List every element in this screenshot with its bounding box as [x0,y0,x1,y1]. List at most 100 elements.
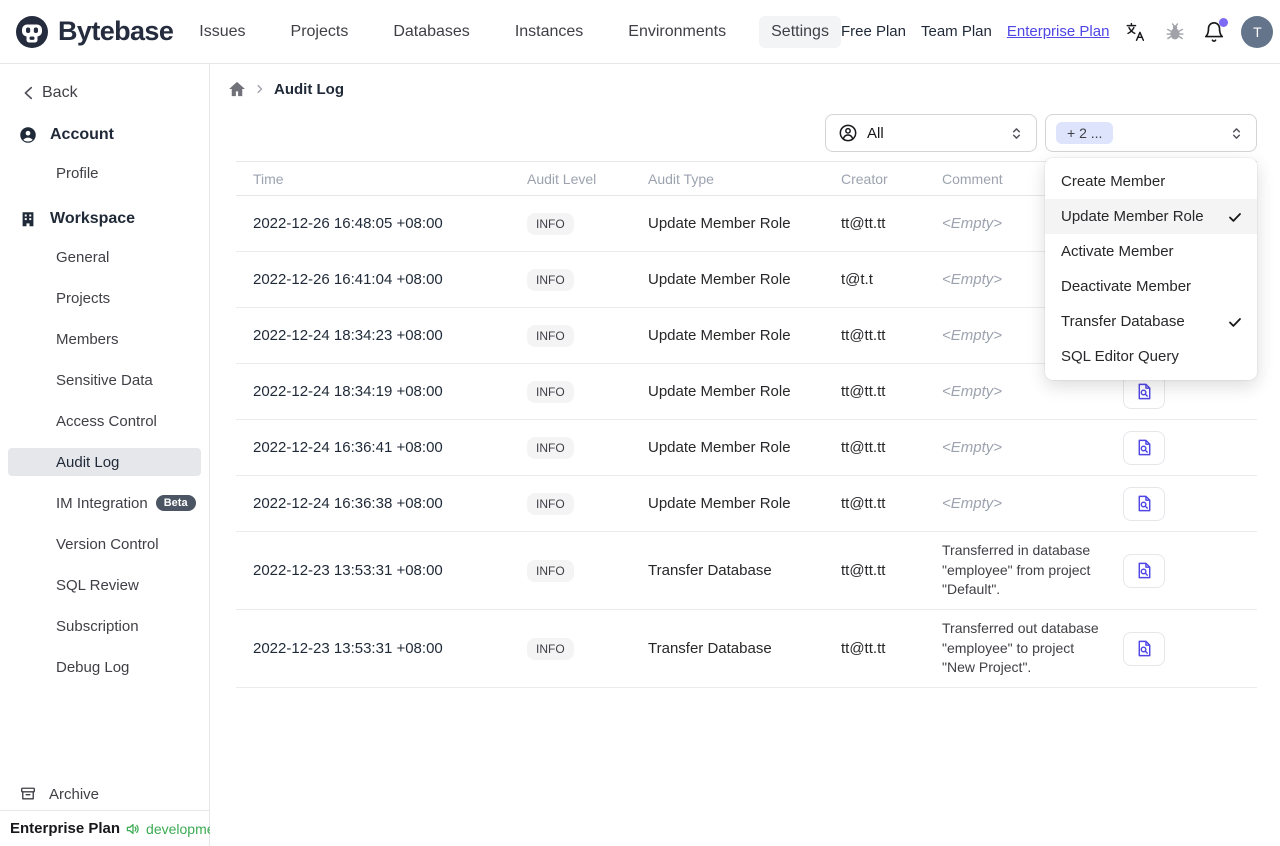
column-audit-level: Audit Level [527,170,597,187]
sidebar-section-account: Account [0,123,209,147]
nav-projects[interactable]: Projects [279,16,361,48]
current-plan-label: Enterprise Plan [10,820,121,837]
view-detail-button[interactable] [1123,631,1165,666]
filter-toolbar: All + 2 ... [825,114,1257,152]
sidebar-item-projects[interactable]: Projects [8,284,201,312]
audit-type-menu: Create Member Update Member Role Activat… [1045,158,1257,380]
settings-sidebar: Back Account Profile Workspace General P… [0,64,226,846]
archive-label: Archive [49,785,100,803]
file-search-icon [1135,561,1154,580]
nav-settings[interactable]: Settings [759,15,841,48]
audit-time: 2022-12-24 18:34:23 +08:00 [253,327,443,344]
audit-creator: tt@tt.tt [841,640,886,657]
bell-icon[interactable] [1202,17,1229,44]
audit-creator: tt@tt.tt [841,562,886,579]
sidebar-item-profile[interactable]: Profile [8,159,201,187]
sidebar-section-workspace: Workspace [0,207,209,231]
file-search-icon [1135,382,1154,401]
audit-type-option[interactable]: Create Member [1045,164,1257,199]
check-icon [1227,209,1243,225]
view-detail-button[interactable] [1123,553,1165,588]
audit-time: 2022-12-24 16:36:38 +08:00 [253,495,443,512]
person-circle-icon [838,123,858,143]
nav-databases[interactable]: Databases [381,16,482,48]
audit-type-option[interactable]: SQL Editor Query [1045,339,1257,374]
audit-type-option-label: Transfer Database [1061,313,1185,330]
speaker-icon [125,821,141,837]
audit-type-option-label: Deactivate Member [1061,278,1192,295]
audit-type-option[interactable]: Activate Member [1045,234,1257,269]
chevron-left-icon [20,84,38,102]
sidebar-item-im-integration[interactable]: IM Integration Beta [8,489,201,517]
sidebar-item-subscription[interactable]: Subscription [8,612,201,640]
audit-time: 2022-12-26 16:41:04 +08:00 [253,271,443,288]
home-icon[interactable] [228,80,246,98]
audit-time: 2022-12-23 13:53:31 +08:00 [253,640,443,657]
nav-instances[interactable]: Instances [503,16,595,48]
bug-icon[interactable] [1163,20,1187,44]
back-button[interactable]: Back [20,81,209,105]
view-detail-button[interactable] [1123,430,1165,465]
back-label: Back [42,84,78,101]
audit-type-filter-select[interactable]: + 2 ... [1045,114,1257,152]
nav-issues[interactable]: Issues [187,16,257,48]
archive-button[interactable]: Archive [0,782,99,806]
audit-type: Update Member Role [648,439,791,456]
check-icon [1227,314,1243,330]
sidebar-item-debug-log[interactable]: Debug Log [8,653,201,681]
sidebar-item-version-control[interactable]: Version Control [8,530,201,558]
free-plan-link[interactable]: Free Plan [841,23,906,40]
audit-type-option[interactable]: Deactivate Member [1045,269,1257,304]
audit-level-badge: INFO [527,212,574,235]
audit-time: 2022-12-24 18:34:19 +08:00 [253,383,443,400]
audit-type-option-label: SQL Editor Query [1061,348,1179,365]
audit-level-badge: INFO [527,559,574,582]
audit-level-badge: INFO [527,637,574,660]
translate-icon[interactable] [1124,20,1148,44]
chevron-up-down-icon [1009,126,1024,141]
sidebar-item-members[interactable]: Members [8,325,201,353]
audit-type: Update Member Role [648,383,791,400]
sidebar-item-sql-review[interactable]: SQL Review [8,571,201,599]
audit-level-badge: INFO [527,492,574,515]
table-row: 2022-12-24 16:36:41 +08:00 INFO Update M… [236,420,1257,476]
audit-type: Transfer Database [648,562,772,579]
audit-creator: tt@tt.tt [841,495,886,512]
breadcrumb-current: Audit Log [274,80,344,98]
sidebar-item-sensitive-data[interactable]: Sensitive Data [8,366,201,394]
file-search-icon [1135,494,1154,513]
workspace-section-title: Workspace [50,210,136,227]
view-detail-button[interactable] [1123,486,1165,521]
beta-badge: Beta [155,495,196,511]
creator-filter-value: All [867,124,884,142]
account-icon [19,126,37,144]
file-search-icon [1135,639,1154,658]
chevron-up-down-icon [1229,126,1244,141]
brand-name: Bytebase [58,16,174,46]
audit-type: Update Member Role [648,271,791,288]
audit-type: Update Member Role [648,215,791,232]
audit-type: Transfer Database [648,640,772,657]
enterprise-plan-link[interactable]: Enterprise Plan [1007,23,1110,40]
audit-time: 2022-12-23 13:53:31 +08:00 [253,562,443,579]
bytebase-logo[interactable]: Bytebase [14,14,174,50]
audit-type-option[interactable]: Transfer Database [1045,304,1257,339]
team-plan-link[interactable]: Team Plan [921,23,992,40]
creator-filter-select[interactable]: All [825,114,1037,152]
avatar[interactable]: T [1241,15,1274,48]
sidebar-item-general[interactable]: General [8,243,201,271]
audit-type-option[interactable]: Update Member Role [1045,199,1257,234]
audit-time: 2022-12-26 16:48:05 +08:00 [253,215,443,232]
sidebar-item-access-control[interactable]: Access Control [8,407,201,435]
sidebar-item-audit-log[interactable]: Audit Log [8,448,201,476]
nav-environments[interactable]: Environments [616,16,738,48]
audit-comment: <Empty> [942,382,1003,400]
audit-level-badge: INFO [527,380,574,403]
audit-type: Update Member Role [648,327,791,344]
audit-time: 2022-12-24 16:36:41 +08:00 [253,439,443,456]
audit-comment: <Empty> [942,438,1003,456]
audit-type: Update Member Role [648,495,791,512]
main-nav: Issues Projects Databases Instances Envi… [187,15,841,48]
header-right: Free Plan Team Plan Enterprise Plan T [841,15,1274,48]
table-row: 2022-12-23 13:53:31 +08:00 INFO Transfer… [236,610,1257,688]
